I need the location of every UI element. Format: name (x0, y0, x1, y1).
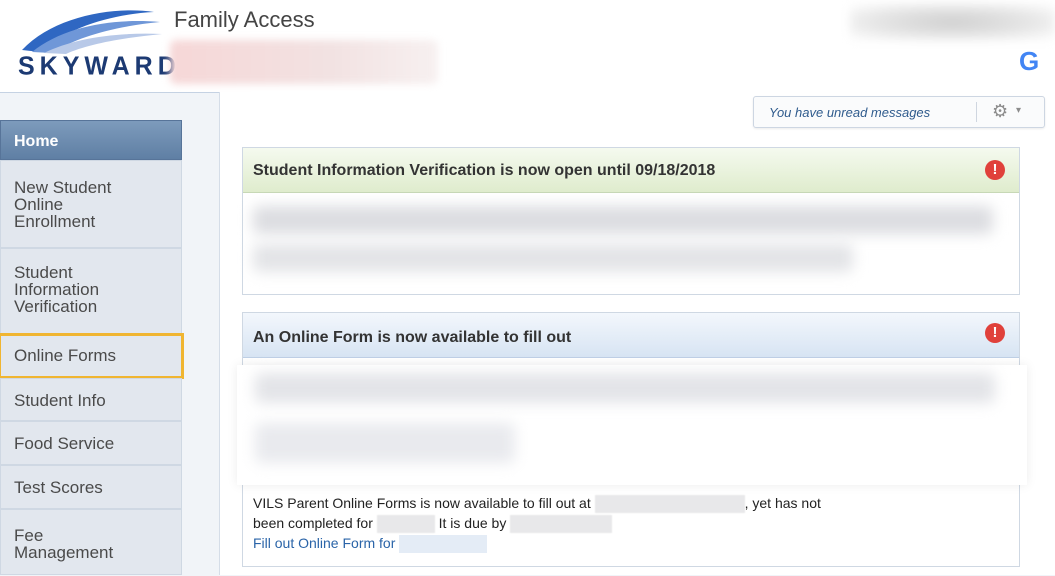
redacted-user-name (170, 40, 438, 84)
message-text: VILS Parent Online Forms is now availabl… (253, 495, 591, 511)
gear-icon[interactable]: ⚙ (992, 101, 1008, 122)
sidebar-item-label: Student Information Verification (14, 263, 100, 316)
logo-swoosh-icon (22, 10, 162, 54)
sidebar-item-student-info[interactable]: Student Info (0, 378, 182, 421)
divider (976, 102, 977, 122)
redacted-field (399, 535, 488, 554)
redacted-content (253, 206, 993, 234)
panel-header: Student Information Verification is now … (243, 148, 1019, 193)
fill-out-online-form-link[interactable]: Fill out Online Form for (253, 535, 395, 551)
message-text: It is due by (438, 515, 507, 531)
sidebar-item-online-forms[interactable]: Online Forms (0, 333, 184, 379)
form-message-line-2: been completed for It is due by (253, 515, 613, 534)
logo-wordmark: SKYWARD® (18, 51, 187, 81)
sidebar-item-new-student-online-enrollment[interactable]: New Student Online Enrollment (0, 160, 182, 248)
sidebar-item-label: Online Forms (14, 346, 117, 365)
sidebar-item-label: Test Scores (14, 478, 103, 497)
sidebar-item-label: New Student Online Enrollment (14, 178, 112, 231)
alert-icon: ! (985, 160, 1005, 180)
panel-title: An Online Form is now available to fill … (253, 329, 572, 346)
form-message-line-1: VILS Parent Online Forms is now availabl… (253, 495, 821, 514)
unread-messages-link[interactable]: You have unread messages (769, 105, 930, 120)
sidebar-item-student-information-verification[interactable]: Student Information Verification (0, 248, 182, 334)
skyward-logo[interactable]: SKYWARD® (14, 6, 187, 82)
sidebar-item-label: Food Service (14, 434, 115, 453)
messages-bar: You have unread messages ⚙ ▾ (753, 96, 1045, 128)
redacted-field (594, 495, 745, 514)
panel-online-form-available: An Online Form is now available to fill … (237, 312, 1027, 567)
redacted-content (255, 373, 995, 403)
redacted-field (376, 515, 435, 534)
chevron-down-icon[interactable]: ▾ (1016, 105, 1021, 116)
redacted-field (510, 515, 613, 534)
sidebar-item-fee-management[interactable]: Fee Management (0, 509, 182, 575)
panel-header: An Online Form is now available to fill … (243, 313, 1019, 358)
sidebar-item-label: Student Info (14, 391, 106, 410)
alert-icon: ! (985, 323, 1005, 343)
message-text: been completed for (253, 515, 373, 531)
app-title: Family Access (174, 7, 315, 32)
sidebar-item-label: Fee Management (14, 526, 114, 562)
redacted-top-right (850, 4, 1055, 40)
message-text: , yet has not (744, 495, 821, 511)
sidebar-item-home[interactable]: Home (0, 120, 182, 160)
redacted-content (255, 423, 515, 463)
google-icon[interactable]: G (1019, 46, 1039, 77)
form-message-line-3: Fill out Online Form for (253, 535, 488, 554)
panel-title: Student Information Verification is now … (253, 162, 716, 179)
panel-student-info-verification: Student Information Verification is now … (242, 147, 1020, 295)
header: SKYWARD® Family Access G (0, 0, 1055, 92)
sidebar-item-label: Home (14, 133, 59, 150)
sidebar-item-test-scores[interactable]: Test Scores (0, 465, 182, 509)
sidebar-item-food-service[interactable]: Food Service (0, 421, 182, 465)
redacted-content (253, 244, 853, 272)
